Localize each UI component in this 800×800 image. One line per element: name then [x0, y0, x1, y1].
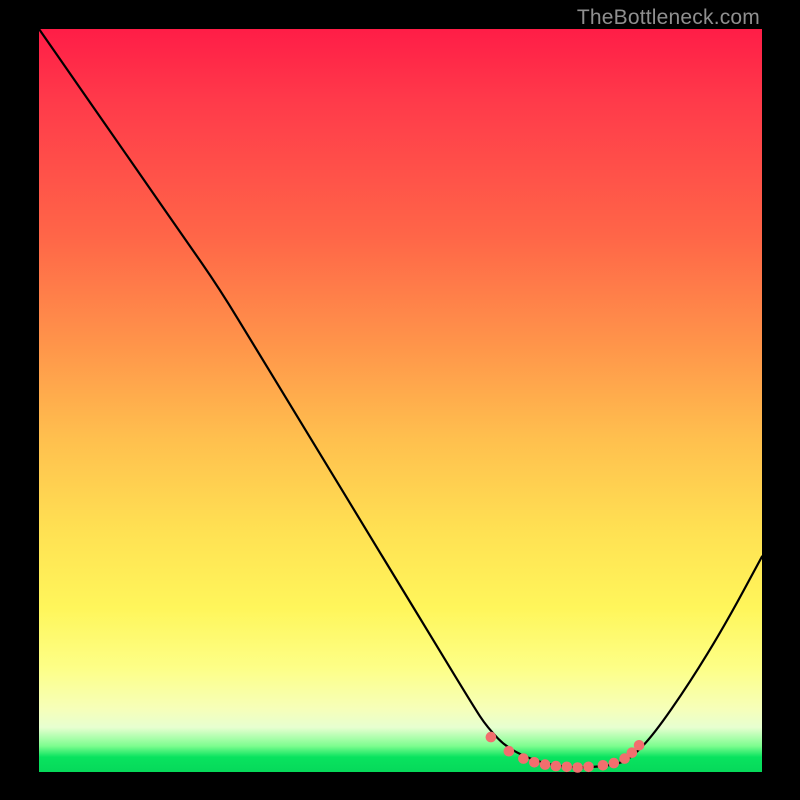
pink-dot [486, 732, 497, 743]
chart-frame: TheBottleneck.com [0, 0, 800, 800]
pink-dot [504, 746, 515, 757]
pink-dot [572, 762, 583, 773]
pink-dot [562, 762, 573, 773]
pink-dots-series [486, 732, 645, 773]
chart-svg [39, 29, 762, 772]
pink-dot [598, 760, 609, 771]
pink-dot [529, 757, 540, 768]
pink-dot [609, 758, 620, 769]
black-curve-line [39, 29, 762, 767]
pink-dot [634, 740, 645, 751]
pink-dot [540, 759, 551, 770]
plot-area [39, 29, 762, 772]
pink-dot [518, 753, 529, 764]
pink-dot [551, 761, 562, 772]
watermark-text: TheBottleneck.com [577, 6, 760, 30]
pink-dot [583, 762, 594, 773]
